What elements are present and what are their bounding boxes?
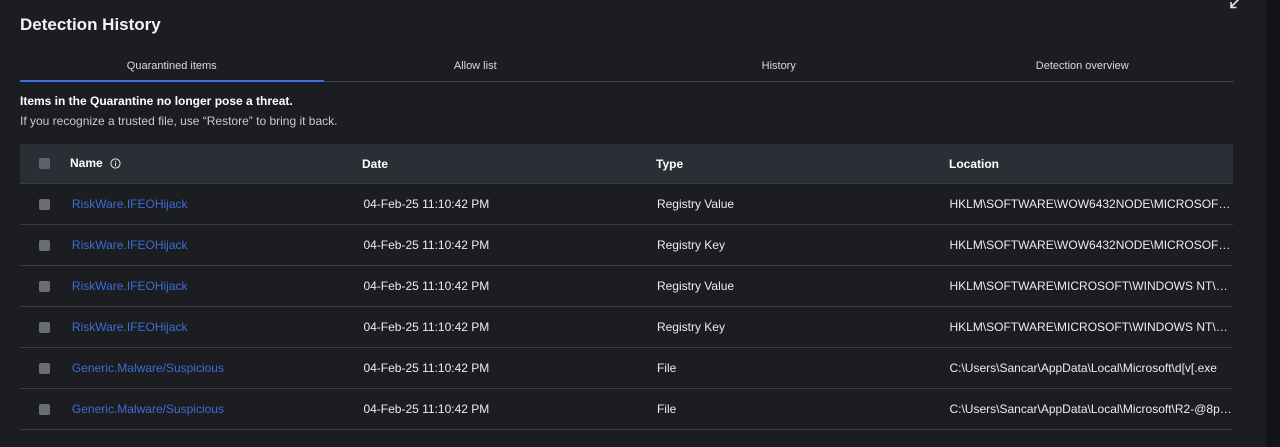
column-header-name[interactable]: Name [70, 156, 362, 172]
detection-name-cell: Generic.Malware/Suspicious [70, 402, 364, 416]
table-row[interactable]: RiskWare.IFEOHijack 04-Feb-25 11:10:42 P… [20, 266, 1233, 307]
table-row[interactable]: RiskWare.IFEOHijack 04-Feb-25 11:10:42 P… [20, 225, 1233, 266]
detection-date: 04-Feb-25 11:10:42 PM [363, 279, 490, 293]
tab-detection-overview[interactable]: Detection overview [931, 54, 1235, 81]
row-select-cell [20, 403, 70, 415]
detection-name-link[interactable]: RiskWare.IFEOHijack [72, 197, 188, 211]
detection-name-link[interactable]: RiskWare.IFEOHijack [72, 320, 188, 334]
detection-location: HKLM\SOFTWARE\WOW6432NODE\MICROSOFT\WI..… [949, 238, 1233, 252]
table-row[interactable]: Generic.Malware/Suspicious 04-Feb-25 11:… [20, 348, 1233, 389]
detection-type: Registry Value [656, 279, 735, 293]
detection-name-cell: RiskWare.IFEOHijack [70, 238, 364, 252]
row-checkbox[interactable] [38, 321, 50, 333]
row-select-cell [20, 321, 70, 333]
page-title: Detection History [20, 15, 161, 34]
detection-location: HKLM\SOFTWARE\MICROSOFT\WINDOWS NT\CUR..… [949, 320, 1233, 334]
detection-date: 04-Feb-25 11:10:42 PM [363, 361, 490, 375]
detection-date: 04-Feb-25 11:10:42 PM [363, 320, 490, 334]
notice-headline: Items in the Quarantine no longer pose a… [20, 94, 293, 108]
collapse-arrow-icon[interactable] [1226, 0, 1244, 14]
tab-quarantined-items[interactable]: Quarantined items [20, 54, 324, 82]
row-select-cell [20, 362, 70, 374]
detection-type: File [656, 361, 677, 375]
detection-type: Registry Value [656, 197, 735, 211]
quarantine-table: Name Date Type Location RiskWare.IFEOHij… [20, 144, 1233, 430]
tab-allow-list[interactable]: Allow list [324, 54, 628, 81]
detection-type: File [656, 402, 677, 416]
detection-name-cell: RiskWare.IFEOHijack [70, 197, 364, 211]
detection-name-link[interactable]: Generic.Malware/Suspicious [72, 361, 224, 375]
row-checkbox[interactable] [38, 362, 50, 374]
detection-name-link[interactable]: RiskWare.IFEOHijack [72, 238, 188, 252]
detection-location: C:\Users\Sancar\AppData\Local\Microsoft\… [949, 361, 1217, 375]
row-select-cell [20, 280, 70, 292]
scrollbar-track[interactable] [1266, 0, 1280, 447]
row-checkbox[interactable] [38, 403, 50, 415]
detection-date: 04-Feb-25 11:10:42 PM [363, 402, 490, 416]
detection-history-page: Detection History Quarantined items Allo… [0, 0, 1280, 447]
table-row[interactable]: RiskWare.IFEOHijack 04-Feb-25 11:10:42 P… [20, 184, 1233, 225]
table-row[interactable]: RiskWare.IFEOHijack 04-Feb-25 11:10:42 P… [20, 307, 1233, 348]
row-checkbox[interactable] [38, 239, 50, 251]
detection-location: HKLM\SOFTWARE\WOW6432NODE\MICROSOFT\WI..… [949, 197, 1233, 211]
detection-name-cell: Generic.Malware/Suspicious [70, 361, 364, 375]
row-select-cell [20, 239, 70, 251]
row-checkbox[interactable] [38, 198, 50, 210]
table-row[interactable]: Generic.Malware/Suspicious 04-Feb-25 11:… [20, 389, 1233, 430]
row-select-cell [20, 198, 70, 210]
column-header-type[interactable]: Type [656, 157, 949, 171]
column-header-date[interactable]: Date [362, 157, 656, 171]
detection-location: HKLM\SOFTWARE\MICROSOFT\WINDOWS NT\CUR..… [949, 279, 1233, 293]
detection-date: 04-Feb-25 11:10:42 PM [363, 238, 490, 252]
detection-type: Registry Key [656, 238, 725, 252]
detection-name-link[interactable]: RiskWare.IFEOHijack [72, 279, 188, 293]
quarantine-notice: Items in the Quarantine no longer pose a… [20, 94, 920, 128]
tab-bar: Quarantined items Allow list History Det… [20, 54, 1234, 82]
detection-location: C:\Users\Sancar\AppData\Local\Microsoft\… [949, 402, 1233, 416]
detection-date: 04-Feb-25 11:10:42 PM [363, 197, 490, 211]
select-all-cell [20, 158, 70, 169]
detection-name-cell: RiskWare.IFEOHijack [70, 320, 364, 334]
column-header-name-label: Name [70, 155, 103, 170]
column-header-location[interactable]: Location [949, 157, 1233, 171]
notice-subtext: If you recognize a trusted file, use “Re… [20, 114, 338, 128]
detection-type: Registry Key [656, 320, 725, 334]
info-circle-icon[interactable] [110, 157, 121, 172]
table-header: Name Date Type Location [20, 144, 1233, 184]
select-all-checkbox[interactable] [39, 158, 50, 169]
detection-name-link[interactable]: Generic.Malware/Suspicious [72, 402, 224, 416]
row-checkbox[interactable] [38, 280, 50, 292]
detection-name-cell: RiskWare.IFEOHijack [70, 279, 364, 293]
tab-history[interactable]: History [627, 54, 931, 81]
